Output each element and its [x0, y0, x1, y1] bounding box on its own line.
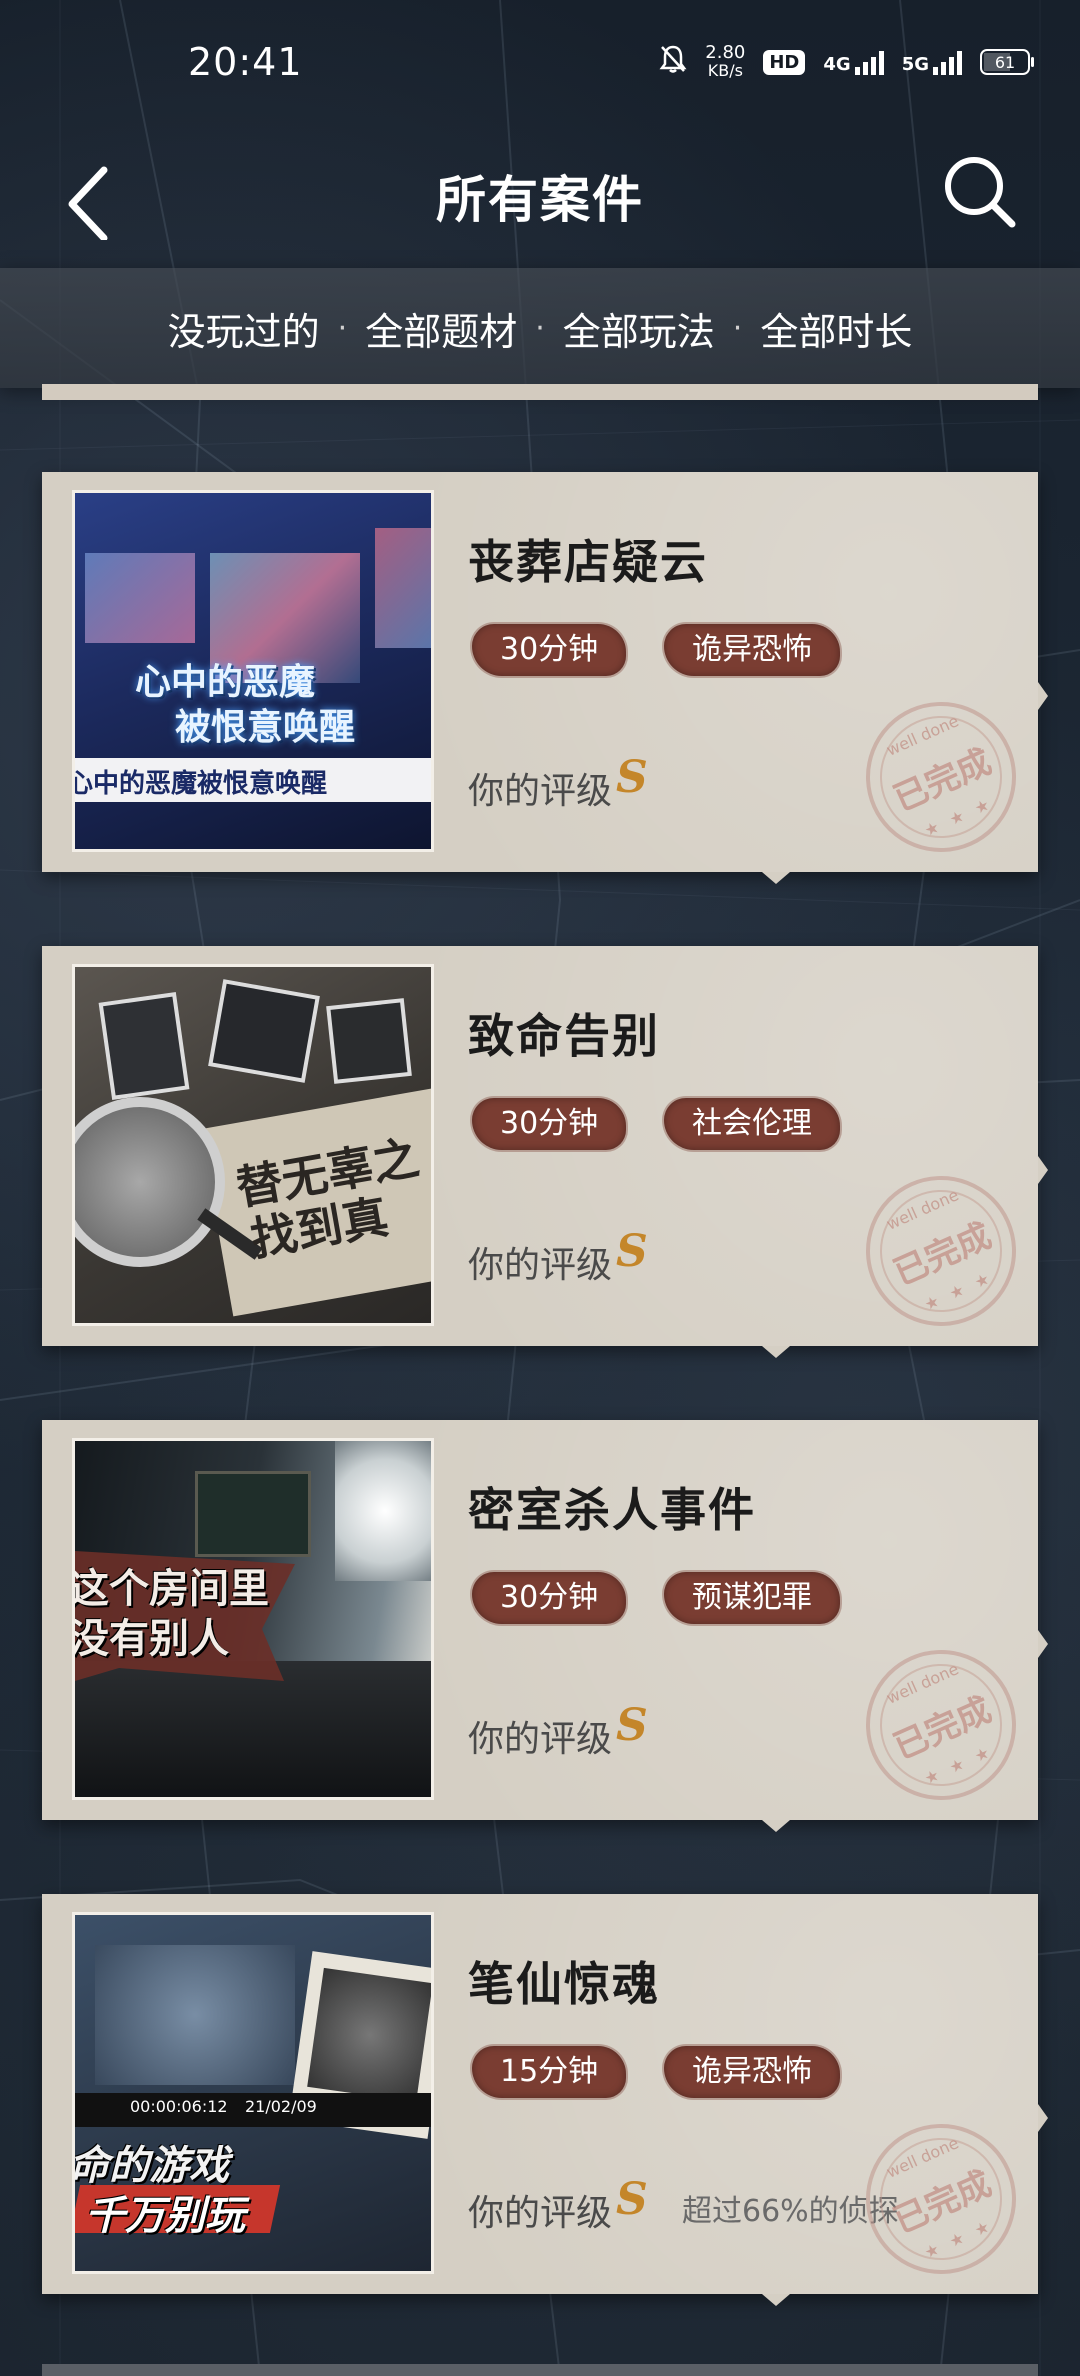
filter-bar: 没玩过的 · 全部题材 · 全部玩法 · 全部时长	[0, 268, 1080, 388]
hd-badge: HD	[763, 49, 806, 75]
duration-tag: 15分钟	[472, 2046, 627, 2098]
status-time: 20:41	[188, 40, 303, 84]
status-icons: 2.80 KB/s HD 4G 5G 61	[659, 42, 1034, 80]
filter-separator: ·	[732, 310, 743, 346]
signal-bars-icon	[933, 49, 962, 75]
filter-separator: ·	[535, 310, 545, 346]
case-card[interactable]: 这个房间里 没有别人 密室杀人事件 30分钟 预谋犯罪 你的评级 S well …	[42, 1420, 1048, 1832]
completed-stamp: well done 已完成 ★ ★ ★	[841, 1625, 1041, 1825]
case-title: 密室杀人事件	[468, 1483, 756, 1537]
mute-bell-icon	[659, 44, 687, 80]
battery-icon: 61	[980, 49, 1034, 75]
case-title: 致命告别	[468, 1009, 660, 1063]
header: 所有案件	[0, 130, 1080, 260]
case-title: 笔仙惊魂	[468, 1957, 660, 2011]
case-card[interactable]: 00:00:06:12 21/02/09 命的游戏 千万别玩 笔仙惊魂 15分钟…	[42, 1894, 1048, 2306]
genre-tag: 诡异恐怖	[664, 624, 840, 676]
case-card[interactable]: 替无辜之 找到真 致命告别 30分钟 社会伦理 你的评级 S well done…	[42, 946, 1048, 1358]
signal-4g: 4G	[823, 49, 884, 75]
previous-card-edge	[42, 384, 1038, 400]
status-bar: 20:41 2.80 KB/s HD 4G 5G 61	[0, 0, 1080, 130]
filter-duration[interactable]: 全部时长	[760, 301, 912, 356]
next-card-edge	[42, 2364, 1038, 2376]
filter-played[interactable]: 没玩过的	[168, 301, 320, 356]
filter-gameplay[interactable]: 全部玩法	[563, 301, 715, 356]
case-thumbnail: 00:00:06:12 21/02/09 命的游戏 千万别玩	[72, 1912, 434, 2274]
rating-label: 你的评级	[468, 1245, 613, 1286]
genre-tag: 社会伦理	[664, 1098, 840, 1150]
signal-5g: 5G	[902, 49, 962, 75]
page-title: 所有案件	[436, 170, 644, 229]
genre-tag: 诡异恐怖	[664, 2046, 840, 2098]
net-speed: 2.80 KB/s	[705, 42, 746, 80]
rating-label: 你的评级	[468, 1719, 613, 1760]
rating-label: 你的评级	[468, 771, 613, 812]
case-title: 丧葬店疑云	[468, 535, 708, 589]
rating-value: S	[616, 1700, 648, 1751]
search-button[interactable]	[938, 150, 1022, 234]
case-thumbnail: 替无辜之 找到真	[72, 964, 434, 1326]
rating-value: S	[616, 1226, 648, 1277]
duration-tag: 30分钟	[472, 1572, 627, 1624]
case-thumbnail: 心中的恶魔 被恨意唤醒 心中的恶魔被恨意唤醒	[72, 490, 434, 852]
case-thumbnail: 这个房间里 没有别人	[72, 1438, 434, 1800]
duration-tag: 30分钟	[472, 624, 627, 676]
filter-theme[interactable]: 全部题材	[365, 301, 517, 356]
case-card[interactable]: 心中的恶魔 被恨意唤醒 心中的恶魔被恨意唤醒 丧葬店疑云 30分钟 诡异恐怖 你…	[42, 472, 1048, 884]
duration-tag: 30分钟	[472, 1098, 627, 1150]
filter-separator: ·	[337, 310, 348, 346]
rating-value: S	[616, 2174, 648, 2225]
search-icon	[945, 157, 1016, 228]
genre-tag: 预谋犯罪	[664, 1572, 840, 1624]
completed-stamp: well done 已完成 ★ ★ ★	[841, 2099, 1041, 2299]
completed-stamp: well done 已完成 ★ ★ ★	[841, 1151, 1041, 1351]
rating-value: S	[616, 752, 648, 803]
completed-stamp: well done 已完成 ★ ★ ★	[841, 677, 1041, 877]
signal-bars-icon	[854, 49, 884, 75]
rating-label: 你的评级	[468, 2193, 613, 2234]
